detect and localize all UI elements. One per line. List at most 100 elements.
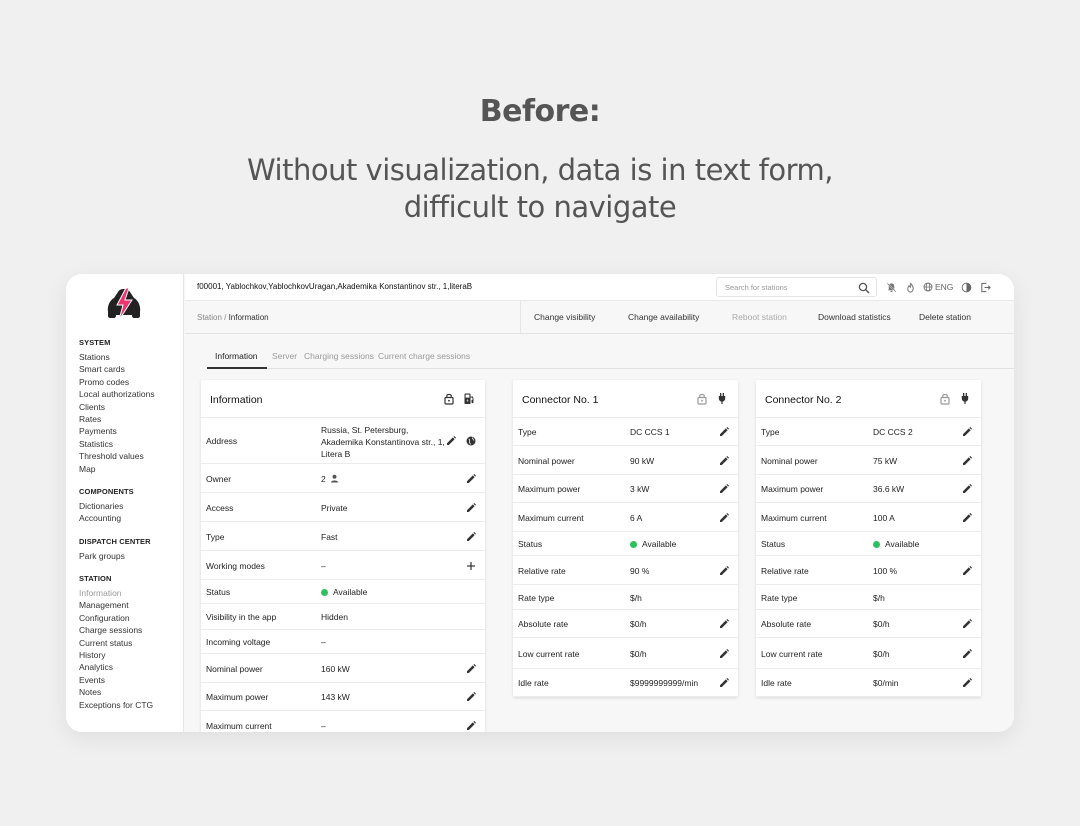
- sidebar-item-local-authorizations[interactable]: Local authorizations: [79, 388, 179, 400]
- reboot-station-button[interactable]: Reboot station: [732, 301, 787, 333]
- edit-type-pencil-icon[interactable]: [465, 531, 477, 543]
- edit-access-pencil-icon[interactable]: [465, 502, 477, 514]
- sidebar-item-rates[interactable]: Rates: [79, 413, 179, 425]
- sidebar-item-accounting[interactable]: Accounting: [79, 512, 179, 524]
- map-globe-icon[interactable]: [465, 435, 477, 447]
- row-label: Maximum current: [761, 512, 827, 523]
- edit-absolute-rate-pencil-icon[interactable]: [718, 618, 730, 630]
- sidebar-item-notes[interactable]: Notes: [79, 686, 179, 698]
- row-label: Low current rate: [761, 648, 823, 659]
- edit-maximum-current-pencil-icon[interactable]: [465, 720, 477, 732]
- theme-toggle-icon[interactable]: [960, 281, 972, 293]
- row-working-modes: Working modes –: [201, 551, 485, 580]
- sidebar-item-events[interactable]: Events: [79, 674, 179, 686]
- nav-section-station: STATION Information Management Configuratio…: [79, 574, 179, 711]
- edit-maximum-current-pencil-icon[interactable]: [718, 512, 730, 524]
- edit-relative-rate-pencil-icon[interactable]: [718, 565, 730, 577]
- fire-icon[interactable]: [904, 281, 916, 293]
- edit-maximum-power-pencil-icon[interactable]: [718, 483, 730, 495]
- sidebar-item-smart-cards[interactable]: Smart cards: [79, 363, 179, 375]
- sidebar-item-park-groups[interactable]: Park groups: [79, 550, 179, 562]
- download-statistics-button[interactable]: Download statistics: [818, 301, 891, 333]
- tab-information[interactable]: Information: [215, 351, 258, 361]
- delete-station-button[interactable]: Delete station: [919, 301, 971, 333]
- edit-low-current-rate-pencil-icon[interactable]: [718, 648, 730, 660]
- search-icon[interactable]: [858, 281, 870, 299]
- edit-idle-rate-pencil-icon[interactable]: [718, 677, 730, 689]
- lightning-car-logo[interactable]: [104, 286, 144, 321]
- sidebar-item-exceptions-for-ctg[interactable]: Exceptions for CTG: [79, 699, 179, 711]
- row-label: Nominal power: [761, 455, 818, 466]
- row-value-text: $0/h: [630, 619, 647, 629]
- language-label: ENG: [935, 282, 954, 292]
- row-value-text: 3 kW: [630, 484, 650, 494]
- row-value: –: [321, 561, 326, 571]
- tab-charging-sessions[interactable]: Charging sessions: [304, 351, 374, 361]
- edit-type-pencil-icon[interactable]: [718, 426, 730, 438]
- sidebar-item-payments[interactable]: Payments: [79, 425, 179, 437]
- breadcrumb-current: Information: [228, 313, 269, 322]
- row-label: Absolute rate: [761, 619, 812, 629]
- sidebar-item-current-status[interactable]: Current status: [79, 637, 179, 649]
- tab-current-charge-sessions[interactable]: Current charge sessions: [378, 351, 470, 361]
- sidebar-item-configuration[interactable]: Configuration: [79, 612, 179, 624]
- edit-owner-pencil-icon[interactable]: [465, 473, 477, 485]
- edit-maximum-power-pencil-icon[interactable]: [465, 691, 477, 703]
- sidebar-item-analytics[interactable]: Analytics: [79, 661, 179, 673]
- sidebar-item-stations[interactable]: Stations: [79, 351, 179, 363]
- station-search: [716, 277, 877, 297]
- row-nominal-power: Nominal power 160 kW: [201, 654, 485, 683]
- plug-icon[interactable]: [716, 392, 728, 410]
- lock-icon[interactable]: [696, 392, 708, 410]
- card-header-icons: [939, 392, 971, 410]
- sidebar-item-clients[interactable]: Clients: [79, 401, 179, 413]
- row-low-current-rate: Low current rate $0/h: [756, 638, 981, 669]
- logout-icon[interactable]: [979, 281, 991, 293]
- edit-maximum-current-pencil-icon[interactable]: [961, 512, 973, 524]
- notifications-off-icon[interactable]: [885, 281, 897, 293]
- change-visibility-button[interactable]: Change visibility: [534, 301, 595, 333]
- row-value: Hidden: [321, 612, 348, 622]
- row-value: $/h: [873, 593, 885, 603]
- change-availability-button[interactable]: Change availability: [628, 301, 699, 333]
- row-value-text: $0/min: [873, 678, 899, 688]
- edit-maximum-power-pencil-icon[interactable]: [961, 483, 973, 495]
- row-value-text: $/h: [630, 592, 642, 603]
- edit-nominal-power-pencil-icon[interactable]: [961, 455, 973, 467]
- sidebar-item-promo-codes[interactable]: Promo codes: [79, 376, 179, 388]
- add-working-modes-plus-icon[interactable]: [465, 560, 477, 572]
- sidebar-item-threshold-values[interactable]: Threshold values: [79, 450, 179, 462]
- row-value-text: DC CCS 1: [630, 427, 670, 437]
- lock-icon[interactable]: [443, 392, 455, 410]
- station-tabs: Information Server Charging sessions Cur…: [207, 344, 1014, 369]
- row-value-text: 100 A: [873, 512, 895, 523]
- edit-nominal-power-pencil-icon[interactable]: [465, 663, 477, 675]
- plug-icon[interactable]: [959, 392, 971, 410]
- sidebar-item-charge-sessions[interactable]: Charge sessions: [79, 624, 179, 636]
- row-value-text: Available: [642, 539, 677, 549]
- sidebar-item-information[interactable]: Information: [79, 587, 179, 599]
- language-switcher[interactable]: ENG: [923, 282, 953, 292]
- edit-low-current-rate-pencil-icon[interactable]: [961, 648, 973, 660]
- row-low-current-rate: Low current rate $0/h: [513, 638, 738, 669]
- breadcrumb-parent[interactable]: Station: [197, 313, 222, 322]
- edit-address-pencil-icon[interactable]: [445, 435, 457, 447]
- sidebar-item-dictionaries[interactable]: Dictionaries: [79, 500, 179, 512]
- sidebar-item-map[interactable]: Map: [79, 463, 179, 475]
- sidebar-item-history[interactable]: History: [79, 649, 179, 661]
- edit-idle-rate-pencil-icon[interactable]: [961, 677, 973, 689]
- edit-type-pencil-icon[interactable]: [961, 426, 973, 438]
- row-label: Idle rate: [518, 678, 549, 688]
- edit-absolute-rate-pencil-icon[interactable]: [961, 618, 973, 630]
- nav-section-title: COMPONENTS: [79, 486, 134, 496]
- row-value-text: 90 kW: [630, 455, 655, 466]
- sidebar-item-management[interactable]: Management: [79, 599, 179, 611]
- edit-relative-rate-pencil-icon[interactable]: [961, 565, 973, 577]
- edit-nominal-power-pencil-icon[interactable]: [718, 455, 730, 467]
- lock-icon[interactable]: [939, 392, 951, 410]
- row-label: Status: [761, 539, 786, 549]
- ev-station-icon[interactable]: [463, 392, 475, 410]
- sidebar-item-statistics[interactable]: Statistics: [79, 438, 179, 450]
- search-input[interactable]: [725, 281, 855, 293]
- tab-server[interactable]: Server: [272, 351, 297, 361]
